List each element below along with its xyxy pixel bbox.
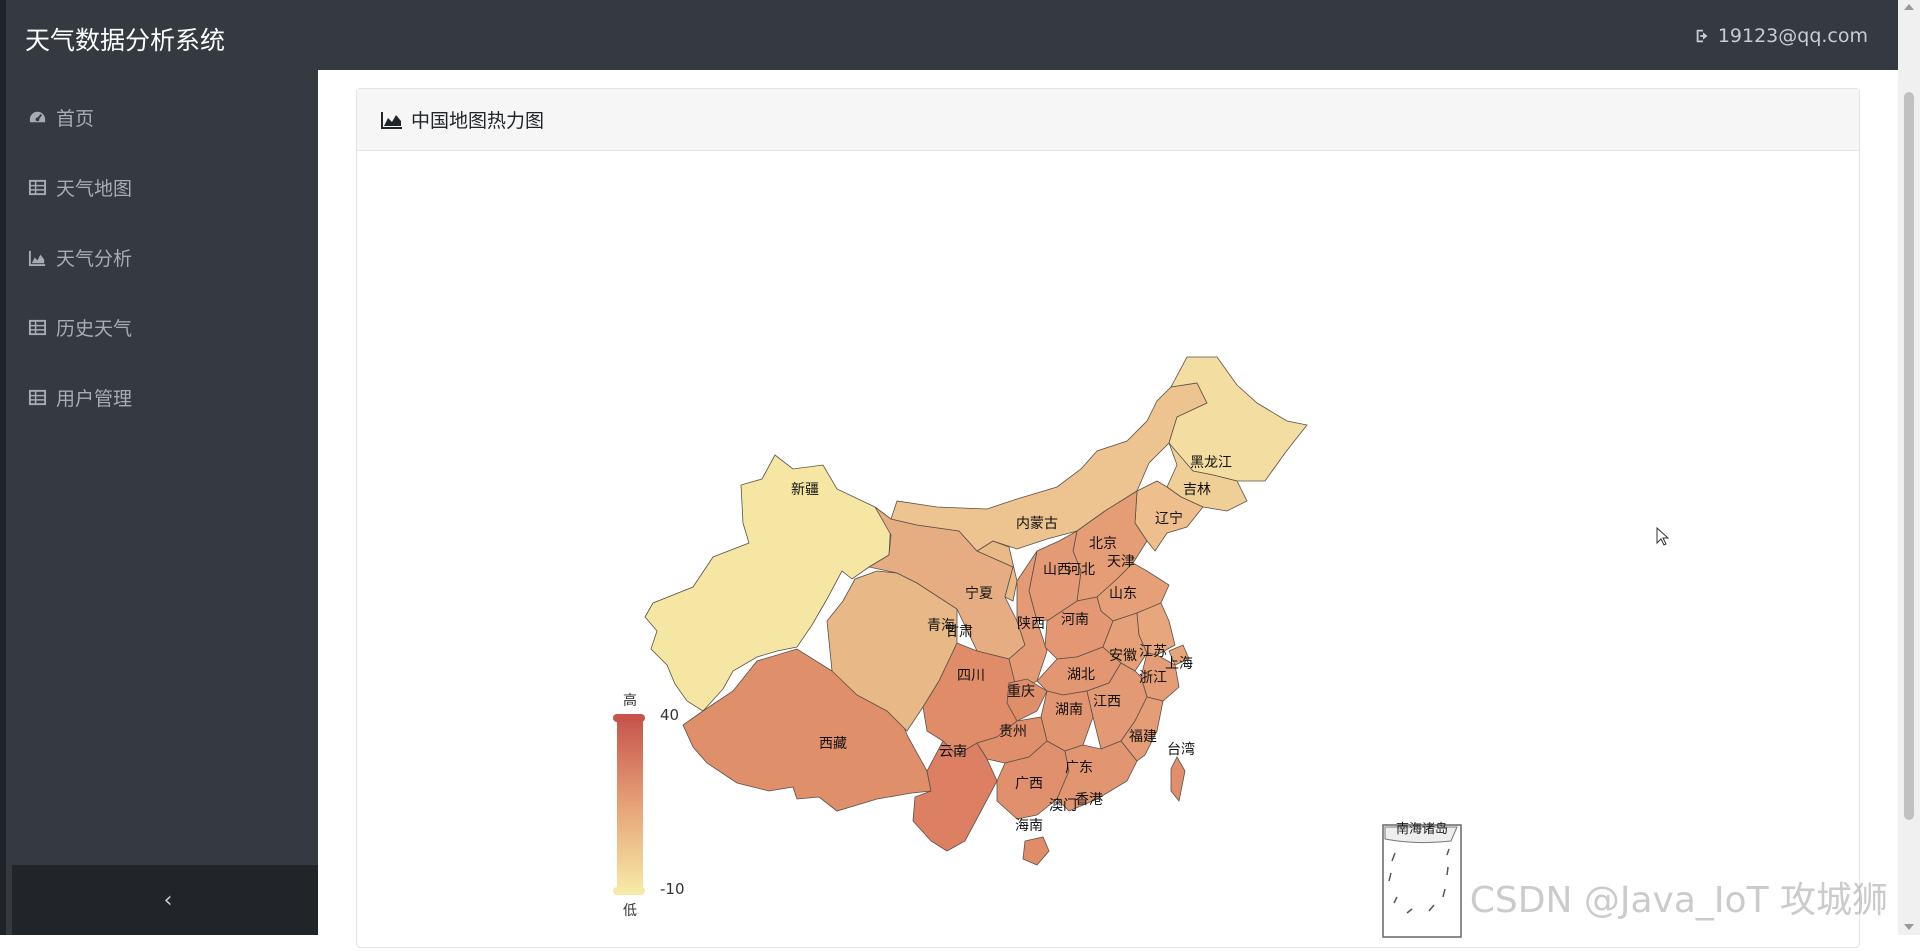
card-title: 中国地图热力图 xyxy=(411,110,545,132)
province-label: 浙江 xyxy=(1139,670,1167,686)
province-label: 吉林 xyxy=(1183,482,1211,498)
province-label: 江西 xyxy=(1093,694,1121,710)
visual-map-gradient-bar xyxy=(617,717,643,891)
visual-map-legend[interactable]: 高 低 40 -10 xyxy=(613,692,685,919)
visual-map-low-text: 低 xyxy=(623,903,637,919)
main-content: 中国地图热力图 新疆 西藏 青海 甘肃 宁夏 内蒙古 黑龙江 吉林 辽宁 北京 天津 河北 山西 山东 陕西… xyxy=(318,70,1898,948)
top-navbar: 天气数据分析系统 19123@qq.com xyxy=(0,0,1898,70)
sidebar-item-user-management[interactable]: 用户管理 xyxy=(28,384,132,411)
sidebar: 首页 天气地图 天气分析 历史天气 用户管理 ‹ xyxy=(0,70,324,935)
inset-label: 南海诸岛 xyxy=(1396,821,1448,837)
mouse-cursor-icon xyxy=(1656,527,1670,546)
user-menu[interactable]: 19123@qq.com xyxy=(1694,25,1868,47)
province-label: 云南 xyxy=(939,744,967,760)
watermark: CSDN @Java_IoT 攻城狮 xyxy=(1469,880,1888,921)
province-海南[interactable] xyxy=(1022,836,1050,866)
visual-map-handle-high xyxy=(613,714,645,722)
scroll-thumb[interactable] xyxy=(1904,92,1914,820)
visual-map-max-value: 40 xyxy=(660,706,679,724)
sidebar-item-weather-analysis[interactable]: 天气分析 xyxy=(28,244,132,271)
card-header: 中国地图热力图 xyxy=(357,89,1859,151)
app-brand[interactable]: 天气数据分析系统 xyxy=(25,21,225,57)
sidebar-collapse-button[interactable]: ‹ xyxy=(12,865,324,935)
sidebar-item-label: 用户管理 xyxy=(56,388,133,410)
province-label: 贵州 xyxy=(999,724,1027,740)
province-label: 香港 xyxy=(1075,792,1103,808)
scroll-up-arrow[interactable] xyxy=(1904,4,1914,10)
table-icon xyxy=(28,179,47,196)
sidebar-item-home[interactable]: 首页 xyxy=(28,104,94,131)
province-label: 海南 xyxy=(1015,818,1043,834)
visual-map-high-text: 高 xyxy=(623,692,637,709)
province-label: 西藏 xyxy=(819,736,847,752)
visual-map-min-value: -10 xyxy=(660,880,685,898)
south-sea-inset: 南海诸岛 xyxy=(1382,821,1462,938)
province-label: 天津 xyxy=(1107,554,1135,570)
province-台湾[interactable] xyxy=(1170,756,1186,802)
province-label: 广西 xyxy=(1015,776,1043,792)
province-label: 新疆 xyxy=(791,482,819,498)
area-chart-icon xyxy=(381,111,402,129)
province-label: 江苏 xyxy=(1139,644,1167,660)
sidebar-item-label: 天气地图 xyxy=(56,178,133,200)
map-card: 中国地图热力图 新疆 西藏 青海 甘肃 宁夏 内蒙古 黑龙江 吉林 辽宁 北京 天津 河北 山西 山东 陕西… xyxy=(356,88,1860,948)
province-label: 黑龙江 xyxy=(1190,455,1232,471)
user-email: 19123@qq.com xyxy=(1717,25,1868,47)
province-label: 澳门 xyxy=(1049,798,1077,814)
area-chart-icon xyxy=(28,250,46,267)
province-label: 山东 xyxy=(1109,586,1137,602)
province-label: 上海 xyxy=(1165,656,1193,672)
province-label: 福建 xyxy=(1129,729,1157,745)
table-icon xyxy=(28,319,47,336)
province-label: 宁夏 xyxy=(965,585,993,602)
province-label: 河南 xyxy=(1061,612,1089,628)
province-label: 四川 xyxy=(957,668,985,684)
sidebar-item-label: 天气分析 xyxy=(56,248,133,270)
province-label: 广东 xyxy=(1065,760,1093,776)
province-label: 河北 xyxy=(1067,562,1095,578)
province-layer xyxy=(644,356,1308,866)
vertical-scrollbar[interactable] xyxy=(1898,0,1920,935)
province-label: 甘肃 xyxy=(945,624,973,640)
sidebar-item-history[interactable]: 历史天气 xyxy=(28,314,132,341)
province-label: 安徽 xyxy=(1109,648,1137,664)
province-label: 重庆 xyxy=(1007,684,1035,700)
province-label: 湖南 xyxy=(1055,702,1083,718)
province-label: 陕西 xyxy=(1017,616,1045,632)
sidebar-item-weather-map[interactable]: 天气地图 xyxy=(28,174,132,201)
sidebar-item-label: 首页 xyxy=(56,108,95,130)
province-label: 北京 xyxy=(1089,536,1117,552)
province-label: 台湾 xyxy=(1167,741,1195,758)
province-label: 内蒙古 xyxy=(1016,516,1058,532)
china-heatmap[interactable]: 新疆西藏青海甘肃宁夏内蒙古黑龙江吉林辽宁北京天津河北山西山东陕西 河南四川重庆湖北… xyxy=(357,151,1859,951)
province-label: 湖北 xyxy=(1067,667,1095,683)
sign-out-icon xyxy=(1696,29,1708,43)
scroll-down-arrow[interactable] xyxy=(1904,924,1914,930)
visual-map-handle-low xyxy=(613,887,645,895)
province-label: 辽宁 xyxy=(1155,510,1183,527)
province-label: 山西 xyxy=(1043,562,1071,578)
dashboard-icon xyxy=(29,111,46,123)
table-icon xyxy=(28,389,47,406)
sidebar-item-label: 历史天气 xyxy=(56,318,133,340)
